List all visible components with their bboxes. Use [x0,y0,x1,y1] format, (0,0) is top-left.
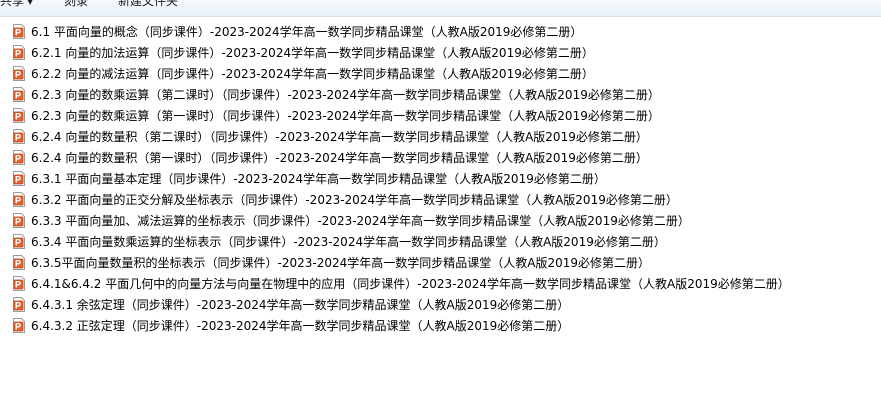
file-list-item[interactable]: 6.2.4 向量的数量积（第二课时）（同步课件）-2023-2024学年高一数学… [0,126,881,147]
file-name: 6.4.3.2 正弦定理（同步课件）-2023-2024学年高一数学同步精品课堂… [31,318,570,333]
file-name: 6.2.4 向量的数量积（第一课时）（同步课件）-2023-2024学年高一数学… [31,150,648,165]
powerpoint-file-icon [13,108,25,123]
file-list-item[interactable]: 6.3.3 平面向量加、减法运算的坐标表示（同步课件）-2023-2024学年高… [0,210,881,231]
file-name: 6.2.4 向量的数量积（第二课时）（同步课件）-2023-2024学年高一数学… [31,129,648,144]
file-name: 6.2.1 向量的加法运算（同步课件）-2023-2024学年高一数学同步精品课… [31,45,594,60]
explorer-toolbar: 共享 ▼ 刻录 新建文件夹 [0,0,881,17]
file-name: 6.4.1&6.4.2 平面几何中的向量方法与向量在物理中的应用（同步课件）-2… [31,276,790,291]
file-name: 6.3.5平面向量数量积的坐标表示（同步课件）-2023-2024学年高一数学同… [31,255,651,270]
file-list-item[interactable]: 6.2.4 向量的数量积（第一课时）（同步课件）-2023-2024学年高一数学… [0,147,881,168]
file-list-item[interactable]: 6.2.1 向量的加法运算（同步课件）-2023-2024学年高一数学同步精品课… [0,42,881,63]
file-list-item[interactable]: 6.3.1 平面向量基本定理（同步课件）-2023-2024学年高一数学同步精品… [0,168,881,189]
powerpoint-file-icon [13,171,25,186]
burn-button[interactable]: 刻录 [64,0,88,8]
file-list-item[interactable]: 6.3.5平面向量数量积的坐标表示（同步课件）-2023-2024学年高一数学同… [0,252,881,273]
powerpoint-file-icon [13,276,25,291]
file-list-item[interactable]: 6.2.3 向量的数乘运算（第二课时）（同步课件）-2023-2024学年高一数… [0,84,881,105]
powerpoint-file-icon [13,24,25,39]
file-name: 6.3.2 平面向量的正交分解及坐标表示（同步课件）-2023-2024学年高一… [31,192,678,207]
share-menu-label: 共享 [0,0,25,8]
file-list-item[interactable]: 6.4.3.2 正弦定理（同步课件）-2023-2024学年高一数学同步精品课堂… [0,315,881,336]
powerpoint-file-icon [13,150,25,165]
powerpoint-file-icon [13,87,25,102]
chevron-down-icon: ▼ [27,0,34,6]
powerpoint-file-icon [13,66,25,81]
file-name: 6.4.3.1 余弦定理（同步课件）-2023-2024学年高一数学同步精品课堂… [31,297,570,312]
file-list-item[interactable]: 6.3.4 平面向量数乘运算的坐标表示（同步课件）-2023-2024学年高一数… [0,231,881,252]
file-list-item[interactable]: 6.2.2 向量的减法运算（同步课件）-2023-2024学年高一数学同步精品课… [0,63,881,84]
file-name: 6.2.3 向量的数乘运算（第二课时）（同步课件）-2023-2024学年高一数… [31,87,660,102]
file-name: 6.1 平面向量的概念（同步课件）-2023-2024学年高一数学同步精品课堂（… [31,24,583,39]
powerpoint-file-icon [13,297,25,312]
file-name: 6.3.1 平面向量基本定理（同步课件）-2023-2024学年高一数学同步精品… [31,171,606,186]
file-name: 6.2.2 向量的减法运算（同步课件）-2023-2024学年高一数学同步精品课… [31,66,594,81]
powerpoint-file-icon [13,129,25,144]
new-folder-button[interactable]: 新建文件夹 [118,0,178,8]
powerpoint-file-icon [13,45,25,60]
share-menu-button[interactable]: 共享 ▼ [0,0,33,9]
file-list-item[interactable]: 6.1 平面向量的概念（同步课件）-2023-2024学年高一数学同步精品课堂（… [0,21,881,42]
powerpoint-file-icon [13,213,25,228]
powerpoint-file-icon [13,318,25,333]
file-name: 6.2.3 向量的数乘运算（第一课时）（同步课件）-2023-2024学年高一数… [31,108,660,123]
file-list-item[interactable]: 6.4.1&6.4.2 平面几何中的向量方法与向量在物理中的应用（同步课件）-2… [0,273,881,294]
file-list-item[interactable]: 6.3.2 平面向量的正交分解及坐标表示（同步课件）-2023-2024学年高一… [0,189,881,210]
powerpoint-file-icon [13,255,25,270]
file-name: 6.3.4 平面向量数乘运算的坐标表示（同步课件）-2023-2024学年高一数… [31,234,666,249]
file-list-item[interactable]: 6.2.3 向量的数乘运算（第一课时）（同步课件）-2023-2024学年高一数… [0,105,881,126]
powerpoint-file-icon [13,192,25,207]
file-list: 6.1 平面向量的概念（同步课件）-2023-2024学年高一数学同步精品课堂（… [0,21,881,336]
file-name: 6.3.3 平面向量加、减法运算的坐标表示（同步课件）-2023-2024学年高… [31,213,690,228]
file-list-item[interactable]: 6.4.3.1 余弦定理（同步课件）-2023-2024学年高一数学同步精品课堂… [0,294,881,315]
powerpoint-file-icon [13,234,25,249]
